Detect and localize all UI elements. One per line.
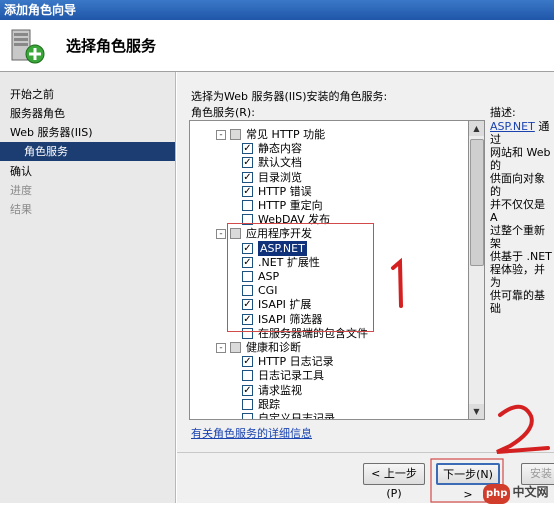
tree-item-label: 日志记录工具 [258,369,324,383]
checkbox[interactable] [230,342,241,353]
sidebar-item-web-server-iis[interactable]: Web 服务器(IIS) [0,123,175,142]
scroll-down-arrow-icon[interactable]: ▼ [469,404,484,419]
description-line: 并不仅仅是 A [490,198,545,224]
scroll-up-arrow-icon[interactable]: ▲ [469,121,484,136]
tree-scrollbar[interactable]: ▲ ▼ [469,120,485,420]
wizard-header: 选择角色服务 [0,20,554,72]
more-info-link[interactable]: 有关角色服务的详细信息 [191,425,312,441]
collapse-toggle-icon[interactable]: - [216,343,226,353]
tree-item-label: 请求监视 [258,383,302,397]
tree-item-label: 默认文档 [258,156,302,170]
checkbox[interactable] [230,129,241,140]
tree-item-label: HTTP 重定向 [258,199,323,212]
previous-button[interactable]: < 上一步(P) [363,463,425,500]
collapse-toggle-icon[interactable]: - [216,130,226,140]
checkbox[interactable]: ✓ [242,157,253,169]
checkbox[interactable]: ✓ [242,171,253,183]
instruction-text: 选择为Web 服务器(IIS)安装的角色服务: [191,90,388,103]
sidebar-item-before-you-begin[interactable]: 开始之前 [0,85,175,104]
checkbox[interactable]: ✓ [242,185,253,197]
tree-item-label: 健康和诊断 [246,341,301,354]
sidebar-item-progress: 进度 [10,184,32,197]
sidebar-item-server-roles[interactable]: 服务器角色 [0,104,175,123]
checkbox[interactable]: ✓ [242,384,253,396]
watermark-text: 中文网 [512,485,549,499]
description-line: 网站和 Web 的 [490,146,551,172]
description-label: 描述: [490,106,516,119]
tree-item-label: 常见 HTTP 功能 [246,128,326,141]
description-line: 供面向对象的 [490,172,545,198]
checkbox[interactable]: ✓ [242,143,253,155]
description-link[interactable]: ASP.NET [490,120,535,133]
window-title: 添加角色向导 [0,0,554,20]
annotation-box-app-dev [227,223,374,332]
checkbox[interactable]: ✓ [242,356,253,368]
tree-item-label: HTTP 错误 [258,184,312,198]
description-panel: ASP.NET 通过 网站和 Web 的 供面向对象的 并不仅仅是 A 过整个重… [490,120,554,420]
scroll-thumb[interactable] [470,139,484,266]
tree-item-label: 跟踪 [258,397,280,411]
description-line: 供可靠的基础 [490,289,545,315]
description-line: 过整个重新架 [490,224,545,250]
role-services-label: 角色服务(R): [191,106,255,119]
sidebar-item-role-services[interactable]: 角色服务 [0,142,175,161]
checkbox[interactable] [242,200,253,211]
tree-item-label: 自定义日志记录 [258,412,335,420]
php-logo: php [483,484,511,504]
sidebar-item-confirmation[interactable]: 确认 [0,162,175,181]
server-add-icon [11,29,45,64]
checkbox[interactable] [242,370,253,382]
page-title: 选择角色服务 [66,37,157,55]
checkbox[interactable] [242,398,253,410]
tree-item-label: HTTP 日志记录 [258,355,334,369]
sidebar-item-results: 结果 [10,203,32,216]
checkbox[interactable] [242,413,253,419]
description-line: 供基于 .NET [490,250,552,263]
tree-item-label: 目录浏览 [258,170,302,184]
description-line: 程体验，并为 [490,263,545,289]
watermark: php 中文网 [483,482,549,504]
collapse-toggle-icon[interactable]: - [216,229,226,240]
tree-item-label: 静态内容 [258,142,302,156]
